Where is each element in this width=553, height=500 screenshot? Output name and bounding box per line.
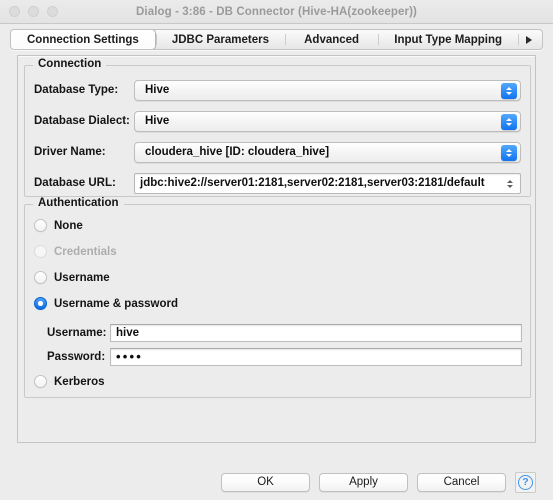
radio-button-icon xyxy=(34,245,47,258)
chevron-updown-icon[interactable] xyxy=(501,113,517,130)
database-url-value: jdbc:hive2://server01:2181,server02:2181… xyxy=(140,177,485,189)
help-button[interactable]: ? xyxy=(515,471,536,493)
tab-advanced[interactable]: Advanced xyxy=(284,30,378,49)
database-dialect-value: Hive xyxy=(145,115,170,127)
radio-button-selected-icon[interactable] xyxy=(34,297,47,310)
chevron-updown-icon[interactable] xyxy=(501,82,517,99)
password-value: •••• xyxy=(116,349,144,364)
database-dialect-label: Database Dialect: xyxy=(34,115,130,127)
radio-username[interactable]: Username xyxy=(34,271,110,284)
ok-button[interactable]: OK xyxy=(221,472,310,492)
tab-label: Advanced xyxy=(304,33,360,46)
settings-panel: Connection Database Type: Hive Database … xyxy=(17,55,536,443)
connection-group: Connection Database Type: Hive Database … xyxy=(24,58,531,197)
password-input[interactable]: •••• xyxy=(110,347,522,366)
radio-none-label: None xyxy=(54,219,83,232)
database-dialect-combo[interactable]: Hive xyxy=(134,110,521,132)
cancel-button[interactable]: Cancel xyxy=(417,472,506,492)
password-label: Password: xyxy=(47,350,106,363)
password-row: Password: •••• xyxy=(25,347,530,366)
database-type-label: Database Type: xyxy=(34,84,119,96)
username-label: Username: xyxy=(47,326,107,339)
tab-jdbc-parameters[interactable]: JDBC Parameters xyxy=(155,30,285,49)
radio-button-icon[interactable] xyxy=(34,375,47,388)
tab-connection-settings[interactable]: Connection Settings xyxy=(11,30,156,49)
tab-bar: Connection Settings JDBC Parameters Adva… xyxy=(0,24,553,51)
tab-input-type-mapping[interactable]: Input Type Mapping xyxy=(378,30,518,49)
tab-label: Input Type Mapping xyxy=(394,33,502,46)
dialog-button-bar: OK Apply Cancel ? xyxy=(0,468,553,496)
radio-username-password-label: Username & password xyxy=(54,297,178,310)
right-arrow-icon xyxy=(526,35,532,44)
driver-name-row: Driver Name: cloudera_hive [ID: cloudera… xyxy=(25,141,530,163)
radio-kerberos-label: Kerberos xyxy=(54,375,105,388)
tab-strip: Connection Settings JDBC Parameters Adva… xyxy=(10,29,543,50)
database-url-label: Database URL: xyxy=(34,177,116,189)
window-title: Dialog - 3:86 - DB Connector (Hive-HA(zo… xyxy=(136,5,417,18)
database-type-row: Database Type: Hive xyxy=(25,79,530,101)
radio-button-icon[interactable] xyxy=(34,271,47,284)
window-controls xyxy=(9,6,58,17)
authentication-group-legend: Authentication xyxy=(33,197,124,209)
radio-username-label: Username xyxy=(54,271,110,284)
apply-button[interactable]: Apply xyxy=(319,472,408,492)
window-titlebar: Dialog - 3:86 - DB Connector (Hive-HA(zo… xyxy=(0,0,553,24)
question-mark-icon: ? xyxy=(518,474,533,490)
tab-label: JDBC Parameters xyxy=(171,33,269,46)
database-url-input[interactable]: jdbc:hive2://server01:2181,server02:2181… xyxy=(134,172,521,194)
database-url-row: Database URL: jdbc:hive2://server01:2181… xyxy=(25,172,530,194)
radio-button-icon[interactable] xyxy=(34,219,47,232)
username-row: Username: hive xyxy=(25,323,530,342)
connection-group-legend: Connection xyxy=(33,58,107,70)
database-type-combo[interactable]: Hive xyxy=(134,79,521,101)
driver-name-value: cloudera_hive [ID: cloudera_hive] xyxy=(145,146,330,158)
zoom-button-icon[interactable] xyxy=(47,6,58,17)
chevron-updown-icon[interactable] xyxy=(501,144,517,161)
radio-username-password[interactable]: Username & password xyxy=(34,297,178,310)
radio-credentials: Credentials xyxy=(34,245,117,258)
database-type-value: Hive xyxy=(145,84,170,96)
chevron-updown-icon[interactable] xyxy=(503,177,516,192)
username-input[interactable]: hive xyxy=(110,323,522,342)
radio-credentials-label: Credentials xyxy=(54,245,117,258)
tab-overflow-button[interactable] xyxy=(518,30,542,49)
username-value: hive xyxy=(116,326,140,339)
radio-none[interactable]: None xyxy=(34,219,83,232)
authentication-group: Authentication None Credentials Username… xyxy=(24,197,531,398)
driver-name-combo[interactable]: cloudera_hive [ID: cloudera_hive] xyxy=(134,141,521,163)
minimize-button-icon[interactable] xyxy=(28,6,39,17)
database-dialect-row: Database Dialect: Hive xyxy=(25,110,530,132)
driver-name-label: Driver Name: xyxy=(34,146,106,158)
radio-kerberos[interactable]: Kerberos xyxy=(34,375,105,388)
close-button-icon[interactable] xyxy=(9,6,20,17)
tab-label: Connection Settings xyxy=(27,33,139,46)
